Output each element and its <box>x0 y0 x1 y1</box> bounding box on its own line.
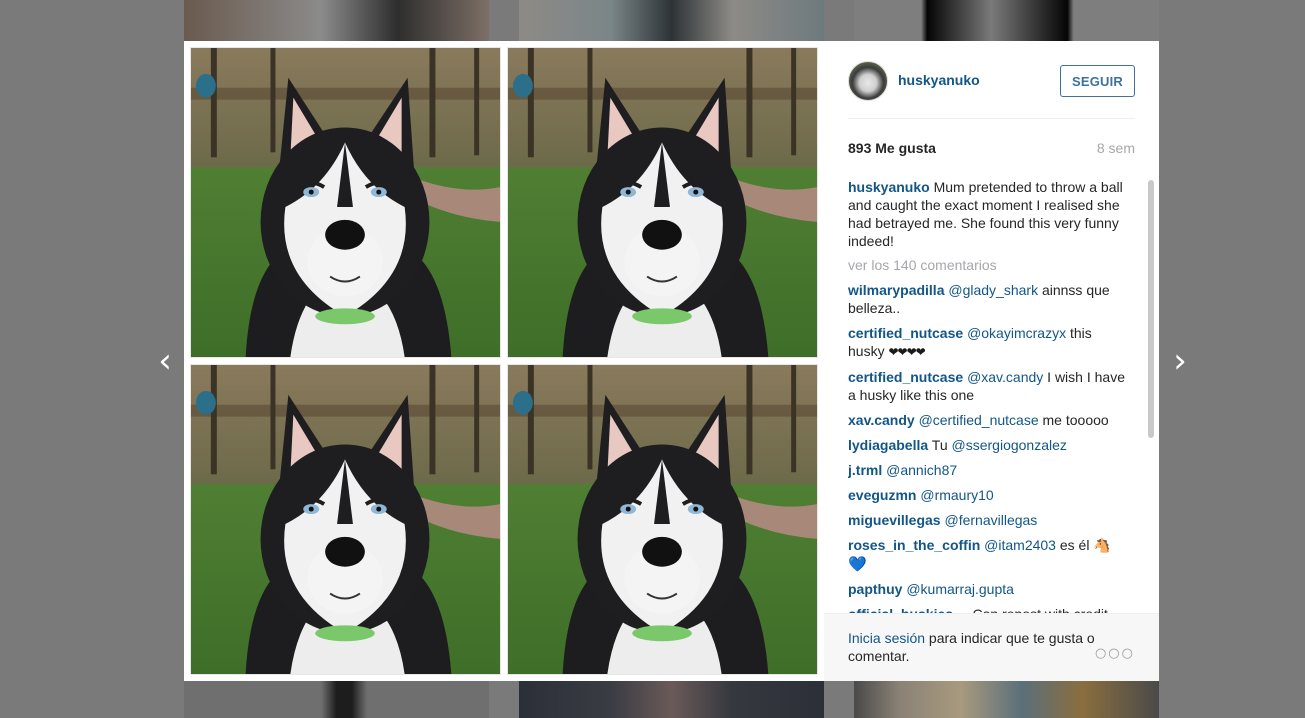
comments-scrollbar[interactable] <box>1147 179 1155 615</box>
feed-thumbnail <box>519 0 824 41</box>
husky-illustration <box>191 365 500 674</box>
comment-username[interactable]: wilmarypadilla <box>848 282 944 298</box>
comment-item: official_huskies ... Can repost with cre… <box>848 605 1128 613</box>
comments: wilmarypadilla @glady_shark ainnss que b… <box>848 281 1135 613</box>
comment-item: roses_in_the_coffin @itam2403 es él 🐴 💙 <box>848 536 1128 573</box>
photo-collage <box>190 47 818 675</box>
comment-mention[interactable]: @okayimcrazyx <box>967 325 1066 341</box>
comment-item: certified_nutcase @xav.candy I wish I ha… <box>848 368 1128 404</box>
comment-item: papthuy @kumarraj.gupta <box>848 580 1128 598</box>
comment-username[interactable]: roses_in_the_coffin <box>848 537 980 553</box>
follow-button[interactable]: SEGUIR <box>1059 64 1135 97</box>
likes-count[interactable]: 893 Me gusta <box>848 140 936 156</box>
comment-item: certified_nutcase @okayimcrazyx this hus… <box>848 324 1128 361</box>
comment-text: es él <box>1055 537 1094 553</box>
comment-username[interactable]: lydiagabella <box>848 437 928 453</box>
view-all-comments-link[interactable]: ver los 140 comentarios <box>848 256 1135 274</box>
comments-list[interactable]: huskyanuko Mum pretended to throw a ball… <box>848 177 1135 613</box>
comment-username[interactable]: miguevillegas <box>848 512 941 528</box>
husky-photo <box>507 47 818 358</box>
comment-mention[interactable]: @certified_nutcase <box>919 412 1039 428</box>
comment-mention[interactable]: @rmaury10 <box>920 487 993 503</box>
comment-item: xav.candy @certified_nutcase me tooooo <box>848 411 1128 429</box>
post-media <box>184 41 824 681</box>
previous-post-arrow-icon[interactable]: ‹ <box>150 344 180 378</box>
comment-emoji: 🐴 <box>1093 538 1111 554</box>
login-link[interactable]: Inicia sesión <box>848 630 925 646</box>
comment-username[interactable]: certified_nutcase <box>848 369 963 385</box>
husky-photo <box>507 364 818 675</box>
comment-mention[interactable]: @ssergiogonzalez <box>952 437 1067 453</box>
comment-text: me tooooo <box>1038 412 1109 428</box>
comment-username[interactable]: j.trml <box>848 462 882 478</box>
login-prompt-footer: Inicia sesión para indicar que te gusta … <box>824 613 1159 681</box>
husky-illustration <box>508 48 817 357</box>
comment-username[interactable]: xav.candy <box>848 412 915 428</box>
comment-item: eveguzmn @rmaury10 <box>848 486 1128 504</box>
comment-emoji: ❤❤❤❤ <box>888 345 925 359</box>
husky-illustration <box>191 48 500 357</box>
comment-item: j.trml @annich87 <box>848 461 1128 479</box>
feed-thumbnail <box>854 681 1159 718</box>
comment-mention[interactable]: @xav.candy <box>967 369 1043 385</box>
more-options-icon[interactable]: ○○○ <box>1095 646 1135 661</box>
comment-mention[interactable]: @kumarraj.gupta <box>906 581 1014 597</box>
feed-thumbnail <box>184 681 489 718</box>
comment-username[interactable]: eveguzmn <box>848 487 916 503</box>
comment-text: Tu <box>928 437 952 453</box>
post-author-username[interactable]: huskyanuko <box>898 72 1060 88</box>
login-prompt: Inicia sesión para indicar que te gusta … <box>848 629 1108 665</box>
comment-item: wilmarypadilla @glady_shark ainnss que b… <box>848 281 1128 317</box>
post-age[interactable]: 8 sem <box>1097 140 1135 156</box>
feed-thumbnail <box>519 681 824 718</box>
post-header: huskyanuko SEGUIR <box>848 41 1135 119</box>
scrollbar-thumb[interactable] <box>1148 180 1154 438</box>
comment-mention[interactable]: @itam2403 <box>984 537 1056 553</box>
comment-username[interactable]: official_huskies <box>848 606 953 613</box>
comment-mention[interactable]: @annich87 <box>886 462 957 478</box>
blue-heart-emoji: 💙 <box>848 555 867 573</box>
caption-username[interactable]: huskyanuko <box>848 179 930 195</box>
comment-item: lydiagabella Tu @ssergiogonzalez <box>848 436 1128 454</box>
comment-username[interactable]: certified_nutcase <box>848 325 963 341</box>
husky-photo <box>190 47 501 358</box>
comment-item: miguevillegas @fernavillegas <box>848 511 1128 529</box>
next-post-arrow-icon[interactable]: › <box>1165 344 1195 378</box>
comment-text: ... Can repost with credit <box>957 606 1108 613</box>
avatar[interactable] <box>848 60 888 101</box>
comment-mention[interactable]: @glady_shark <box>948 282 1038 298</box>
feed-thumbnail <box>854 0 1159 41</box>
post-stats: 893 Me gusta 8 sem <box>848 119 1135 176</box>
comment-username[interactable]: papthuy <box>848 581 902 597</box>
husky-photo <box>190 364 501 675</box>
feed-thumbnail <box>184 0 489 41</box>
husky-illustration <box>508 365 817 674</box>
post-caption: huskyanuko Mum pretended to throw a ball… <box>848 178 1128 250</box>
post-modal: huskyanuko SEGUIR 893 Me gusta 8 sem hus… <box>184 41 1159 681</box>
comment-mention[interactable]: @fernavillegas <box>944 512 1037 528</box>
